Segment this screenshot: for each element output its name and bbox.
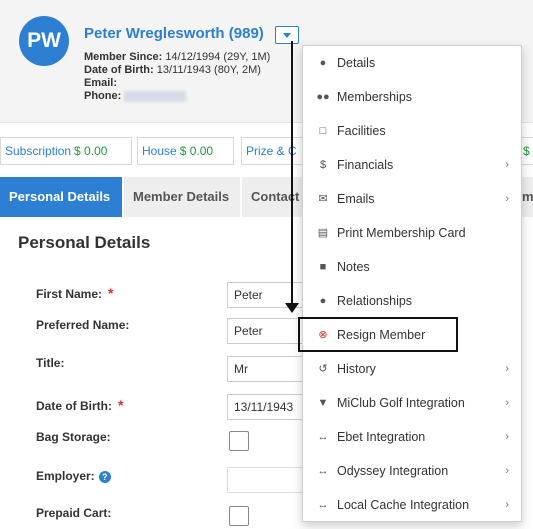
menu-item-details[interactable]: ● Details — [303, 46, 521, 80]
bag-storage-label: Bag Storage: — [36, 430, 111, 444]
exchange-icon: ↔ — [317, 499, 329, 511]
tab-personal-details[interactable]: Personal Details — [0, 177, 122, 217]
user-icon: ● — [319, 57, 327, 69]
employer-label: Employer:? — [36, 469, 111, 483]
caret-down-icon — [283, 32, 291, 38]
menu-item-local-cache-integration[interactable]: ↔ Local Cache Integration › — [303, 488, 521, 522]
required-mark: * — [108, 285, 114, 301]
house-balance[interactable]: House $ 0.00 — [137, 137, 234, 165]
menu-item-print-membership-card[interactable]: ▤ Print Membership Card — [303, 216, 521, 250]
phone-redacted — [124, 90, 187, 102]
prepaid-cart-label: Prepaid Cart: — [36, 506, 112, 520]
menu-item-financials[interactable]: $ Financials › — [303, 148, 521, 182]
chevron-right-icon: › — [505, 499, 509, 511]
member-name-link[interactable]: Peter Wreglesworth (989) — [84, 25, 264, 42]
print-icon: ▤ — [317, 227, 329, 239]
tab-member-details[interactable]: Member Details — [124, 177, 240, 217]
dob-label: Date of Birth: * — [36, 397, 124, 413]
prize-balance[interactable]: Prize & C — [241, 137, 303, 165]
menu-item-notes[interactable]: ■ Notes — [303, 250, 521, 284]
chevron-right-icon: › — [505, 363, 509, 375]
annotation-highlight-box — [298, 317, 458, 352]
menu-item-emails[interactable]: ✉ Emails › — [303, 182, 521, 216]
chevron-right-icon: › — [505, 465, 509, 477]
history-icon: ↺ — [318, 363, 328, 375]
required-mark: * — [118, 397, 124, 413]
envelope-icon: ✉ — [318, 193, 328, 205]
exchange-icon: ↔ — [317, 431, 329, 443]
title-label: Title: — [36, 356, 65, 370]
dollar-icon: $ — [319, 159, 327, 171]
sitemap-icon: □ — [319, 125, 327, 137]
phone-line: Phone: — [84, 90, 187, 103]
user-icon: ● — [319, 295, 327, 307]
chevron-right-icon: › — [505, 397, 509, 409]
menu-item-facilities[interactable]: □ Facilities — [303, 114, 521, 148]
dob-line: Date of Birth: 13/11/1943 (80Y, 2M) — [84, 64, 261, 76]
annotation-arrow-head — [285, 303, 299, 313]
annotation-arrow — [291, 41, 293, 305]
member-actions-menu: ● Details ●● Memberships □ Facilities $ Fina… — [302, 45, 522, 522]
trophy-icon: ▼ — [317, 397, 329, 409]
exchange-icon: ↔ — [317, 465, 329, 477]
menu-item-memberships[interactable]: ●● Memberships — [303, 80, 521, 114]
prepaid-cart-checkbox[interactable] — [229, 506, 249, 526]
chevron-right-icon: › — [505, 159, 509, 171]
chevron-right-icon: › — [505, 431, 509, 443]
archive-icon: ■ — [319, 261, 327, 273]
menu-item-ebet-integration[interactable]: ↔ Ebet Integration › — [303, 420, 521, 454]
member-actions-dropdown-button[interactable] — [275, 26, 299, 44]
subscription-balance[interactable]: Subscription $ 0.00 — [0, 137, 132, 165]
menu-item-odyssey-integration[interactable]: ↔ Odyssey Integration › — [303, 454, 521, 488]
help-icon[interactable]: ? — [98, 470, 111, 483]
chevron-right-icon: › — [505, 193, 509, 205]
menu-item-miclub-golf-integration[interactable]: ▼ MiClub Golf Integration › — [303, 386, 521, 420]
tab-contact[interactable]: Contact — [242, 177, 304, 217]
bag-storage-checkbox[interactable] — [229, 431, 249, 451]
menu-item-history[interactable]: ↺ History › — [303, 352, 521, 386]
preferred-name-label: Preferred Name: — [36, 318, 130, 332]
users-icon: ●● — [316, 91, 330, 103]
first-name-label: First Name: * — [36, 285, 114, 301]
email-line: Email: — [84, 77, 118, 89]
member-since-line: Member Since: 14/12/1994 (29Y, 1M) — [84, 51, 271, 63]
menu-item-relationships[interactable]: ● Relationships — [303, 284, 521, 318]
avatar: PW — [19, 16, 69, 66]
section-title: Personal Details — [18, 233, 151, 252]
